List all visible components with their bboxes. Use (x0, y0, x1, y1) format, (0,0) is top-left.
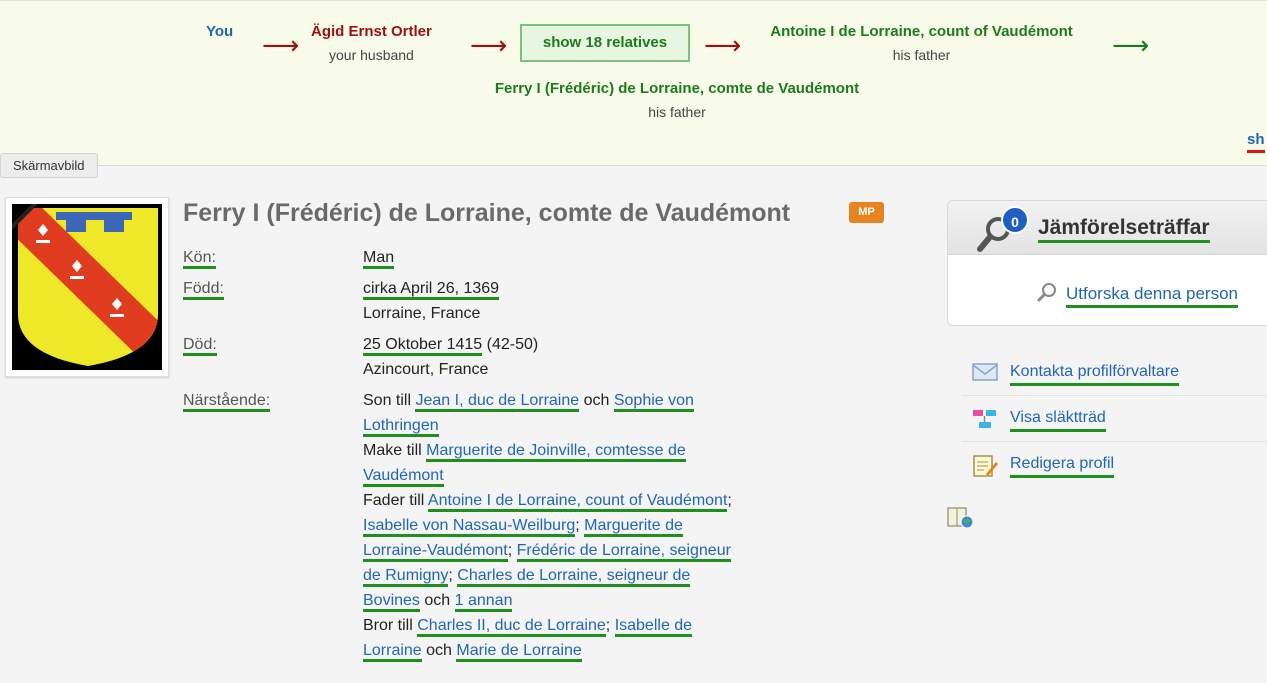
sidebar-item-label[interactable]: Visa släktträd (1010, 407, 1106, 432)
sidebar-item-contact[interactable]: Kontakta profilförvaltare (962, 350, 1267, 396)
path-node-name[interactable]: Antoine I de Lorraine, count of Vaudémon… (755, 23, 1088, 41)
died-place: Azincourt, France (363, 361, 489, 378)
arrow-right-icon: ⟶ (1112, 31, 1150, 61)
gender-value: Man (363, 245, 743, 270)
relationship-path-banner: You ⟶ Ägid Ernst Ortler your husband ⟶ s… (0, 0, 1267, 166)
sidebar-item-label[interactable]: Redigera profil (1010, 453, 1115, 478)
path-node-name[interactable]: Ferry I (Frédéric) de Lorraine, comte de… (476, 80, 878, 98)
died-label: Död: (183, 332, 217, 357)
path-node-relation: his father (892, 47, 951, 63)
path-node-name[interactable]: Ägid Ernst Ortler (311, 23, 432, 41)
explore-person-link[interactable]: Utforska denna person (1066, 283, 1238, 308)
gender-label: Kön: (183, 245, 216, 270)
arrow-right-icon: ⟶ (262, 31, 300, 61)
path-node-father[interactable]: Antoine I de Lorraine, count of Vaudémon… (755, 23, 1088, 64)
died-age: (42-50) (486, 336, 539, 353)
relative-link[interactable]: Marie de Lorraine (456, 642, 582, 662)
relatives-label: Närstående: (183, 388, 271, 413)
born-label: Född: (183, 276, 224, 301)
relative-link[interactable]: Jean I, duc de Lorraine (415, 392, 580, 412)
relatives-value: Son till Jean I, duc de Lorraine och Sop… (363, 388, 743, 663)
born-date: cirka April 26, 1369 (363, 280, 500, 300)
more-relatives-link[interactable]: 1 annan (454, 592, 513, 612)
match-box: 0 Jämförelseträffar Utforska denna perso… (947, 200, 1267, 326)
arrow-right-icon: ⟶ (704, 31, 742, 61)
envelope-icon (972, 363, 998, 381)
relative-link[interactable]: Antoine I de Lorraine, count of Vaudémon… (427, 492, 728, 512)
match-box-header[interactable]: 0 Jämförelseträffar (948, 201, 1267, 255)
show-more-link[interactable]: sh (1247, 132, 1265, 153)
born-value: cirka April 26, 1369 Lorraine, France (363, 276, 743, 326)
relative-link[interactable]: Isabelle von Nassau-Weilburg (363, 517, 576, 537)
path-node-relation: his father (648, 104, 706, 120)
match-count-badge: 0 (1001, 206, 1029, 234)
profile-photo[interactable] (5, 197, 169, 377)
died-date: 25 Oktober 1415 (363, 336, 483, 356)
mp-badge[interactable]: MP (849, 202, 884, 223)
path-you[interactable]: You (206, 23, 233, 41)
born-place: Lorraine, France (363, 305, 481, 322)
sidebar-item-edit-profile[interactable]: Redigera profil (962, 442, 1267, 488)
path-node-grandfather[interactable]: Ferry I (Frédéric) de Lorraine, comte de… (476, 80, 878, 121)
died-value: 25 Oktober 1415 (42-50) Azincourt, Franc… (363, 332, 743, 382)
edit-profile-icon (973, 455, 998, 477)
sidebar-item-family-tree[interactable]: Visa släktträd (962, 396, 1267, 442)
match-title[interactable]: Jämförelseträffar (1038, 216, 1210, 243)
search-icon (1037, 283, 1056, 302)
relative-link[interactable]: Charles II, duc de Lorraine (417, 617, 606, 637)
profile-name: Ferry I (Frédéric) de Lorraine, comte de… (183, 199, 791, 227)
screenshot-tag: Skärmavbild (0, 153, 98, 178)
sidebar-item-label[interactable]: Kontakta profilförvaltare (1010, 361, 1179, 386)
path-node-relation: your husband (329, 47, 414, 63)
show-relatives-button[interactable]: show 18 relatives (520, 24, 690, 62)
path-node-husband[interactable]: Ägid Ernst Ortler your husband (311, 23, 432, 64)
family-tree-icon (973, 410, 996, 428)
coat-of-arms-icon (12, 204, 162, 370)
arrow-right-icon: ⟶ (470, 31, 508, 61)
book-globe-icon[interactable] (947, 506, 975, 530)
